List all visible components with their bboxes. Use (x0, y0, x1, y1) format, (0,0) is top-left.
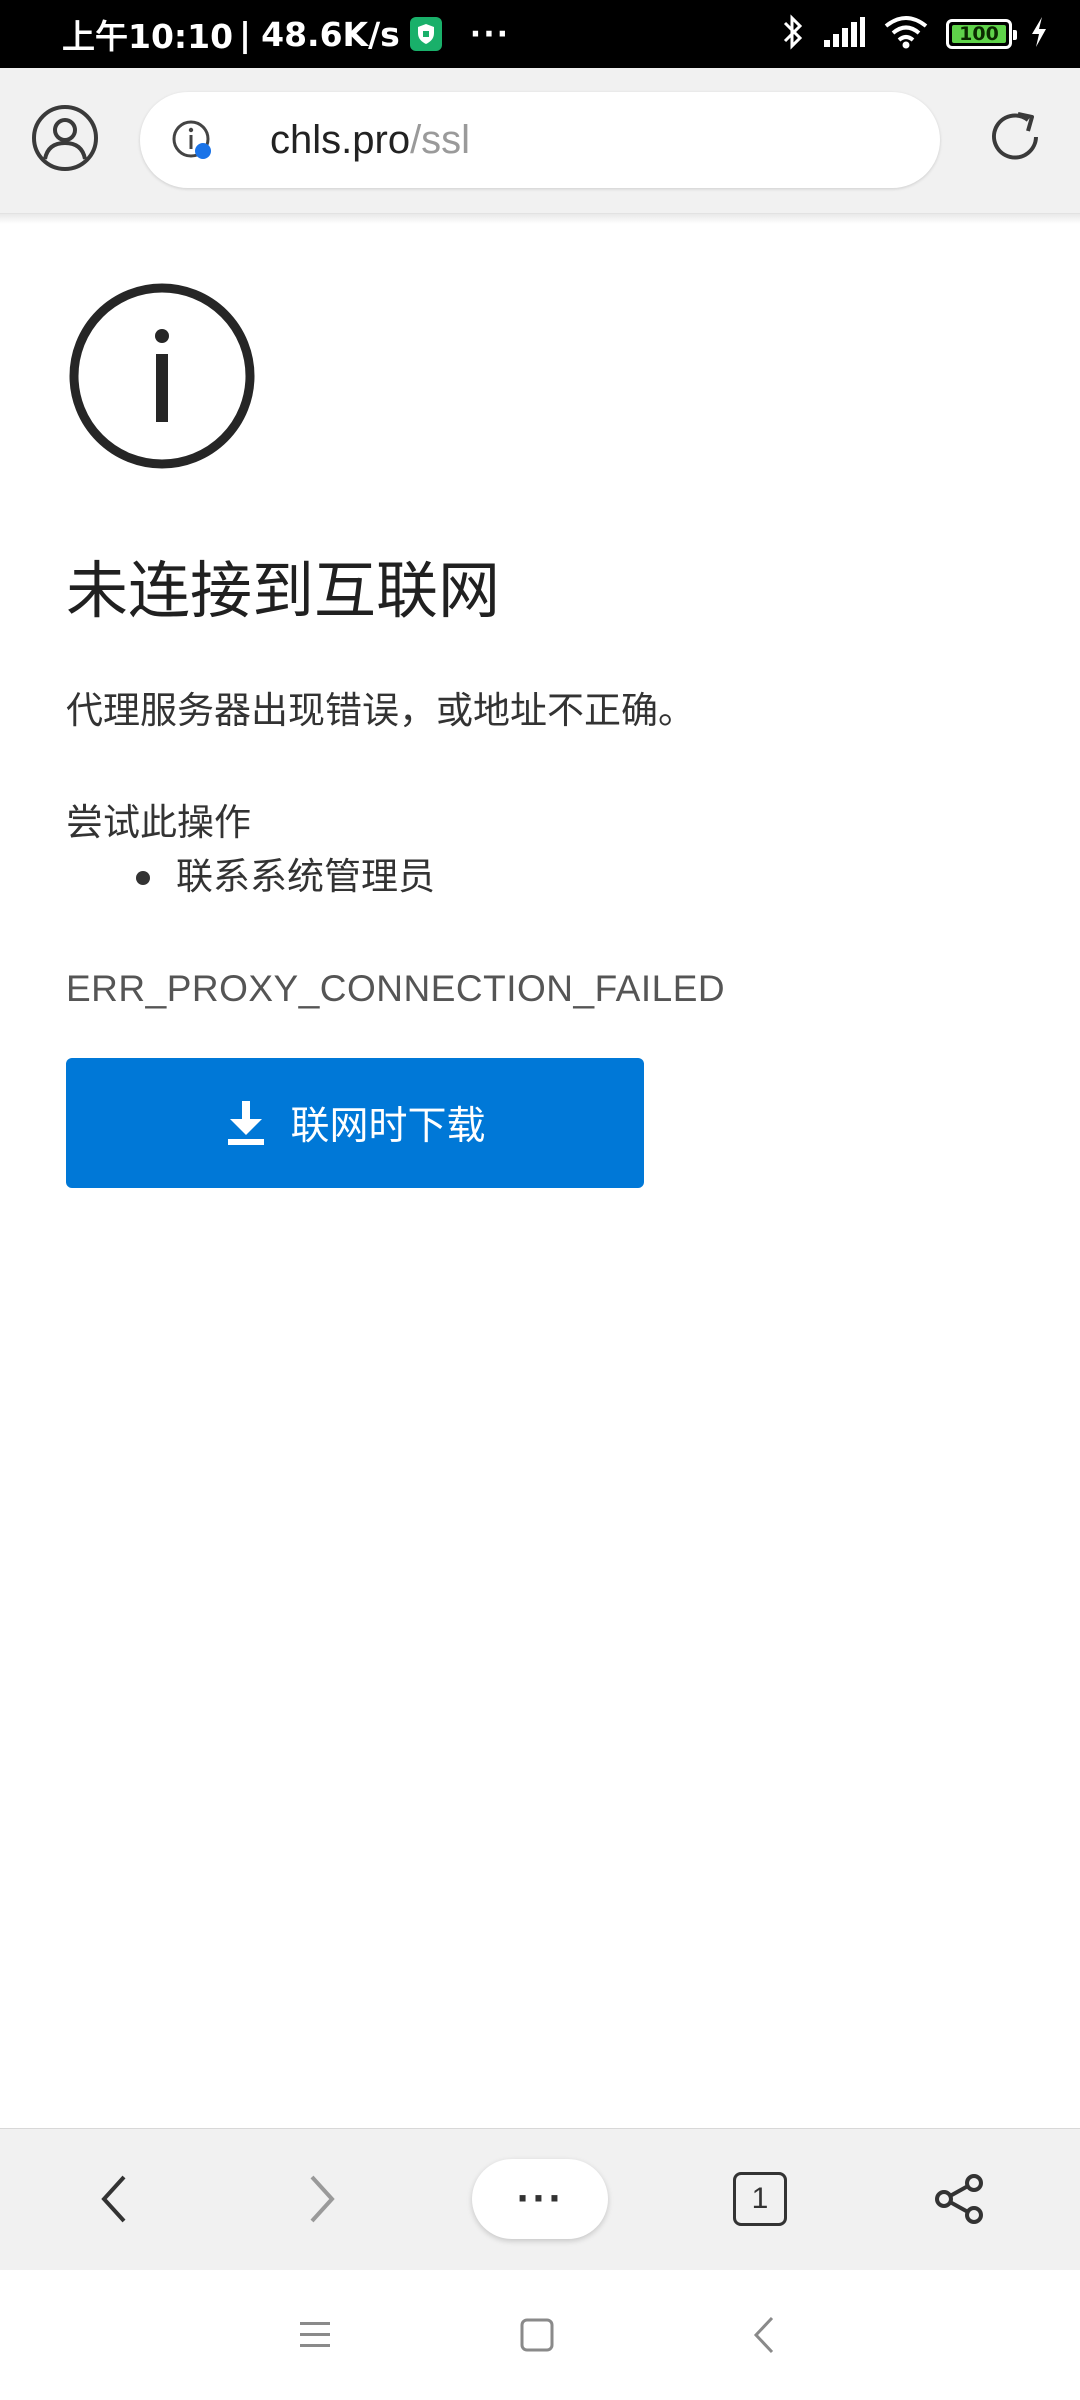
forward-button[interactable] (280, 2159, 360, 2239)
suggestion-text: 联系系统管理员 (176, 855, 435, 898)
profile-button[interactable] (30, 103, 100, 173)
system-home-button[interactable] (504, 2302, 570, 2368)
browser-toolbar: chls.pro/ssl (0, 68, 1080, 214)
status-bar: 上午10:10 | 48.6K/s ··· 100 (0, 0, 1080, 68)
error-description: 代理服务器出现错误，或地址不正确。 (66, 689, 695, 732)
info-circle-icon (66, 280, 258, 472)
home-square-icon (520, 2318, 554, 2352)
back-button[interactable] (76, 2159, 156, 2239)
toolbar-shadow (0, 214, 1080, 224)
back-arrow-icon (753, 2316, 774, 2354)
url-path: /ssl (410, 118, 471, 162)
chevron-right-icon (310, 2175, 335, 2223)
page-title: 未连接到互联网 (66, 554, 501, 627)
suggestions-heading: 尝试此操作 (66, 801, 251, 844)
reload-button[interactable] (982, 104, 1048, 170)
shield-icon (409, 17, 442, 51)
address-bar[interactable]: chls.pro/ssl (140, 92, 940, 188)
download-icon (228, 1101, 265, 1145)
wifi-icon (884, 15, 928, 53)
suggestions-list: 联系系统管理员 (0, 852, 435, 902)
menu-icon (300, 2322, 330, 2347)
tab-count: 1 (733, 2172, 787, 2226)
download-when-online-button[interactable]: 联网时下载 (66, 1058, 644, 1188)
reload-icon (992, 112, 1038, 160)
system-nav-bar (0, 2270, 1080, 2400)
system-recents-button[interactable] (282, 2302, 348, 2368)
battery-icon: 100 (946, 19, 1017, 49)
status-right: 100 (782, 14, 1048, 54)
download-button-label: 联网时下载 (290, 1105, 486, 1148)
charging-icon (1030, 16, 1048, 52)
signal-icon (822, 16, 866, 52)
person-icon (32, 105, 98, 171)
error-code: ERR_PROXY_CONNECTION_FAILED (66, 968, 726, 1009)
status-separator: | (239, 14, 252, 54)
share-button[interactable] (920, 2159, 1000, 2239)
bullet (136, 871, 150, 885)
browser-bottom-bar: ··· 1 (0, 2128, 1080, 2270)
share-icon (935, 2174, 983, 2224)
site-info-icon[interactable] (170, 118, 216, 164)
more-menu-button[interactable]: ··· (472, 2159, 608, 2239)
network-speed: 48.6K/s (261, 14, 400, 54)
bluetooth-icon (782, 14, 804, 54)
battery-level: 100 (959, 23, 999, 45)
list-item: 联系系统管理员 (0, 852, 435, 902)
status-left: 上午10:10 | 48.6K/s ··· (62, 10, 510, 58)
status-time: 上午10:10 (62, 17, 234, 56)
more-notifications-icon: ··· (469, 16, 510, 52)
system-back-button[interactable] (732, 2302, 798, 2368)
url-text[interactable]: chls.pro/ssl (270, 114, 470, 166)
url-host: chls.pro (270, 118, 411, 162)
tabs-button[interactable]: 1 (720, 2159, 800, 2239)
chevron-left-icon (101, 2175, 126, 2223)
